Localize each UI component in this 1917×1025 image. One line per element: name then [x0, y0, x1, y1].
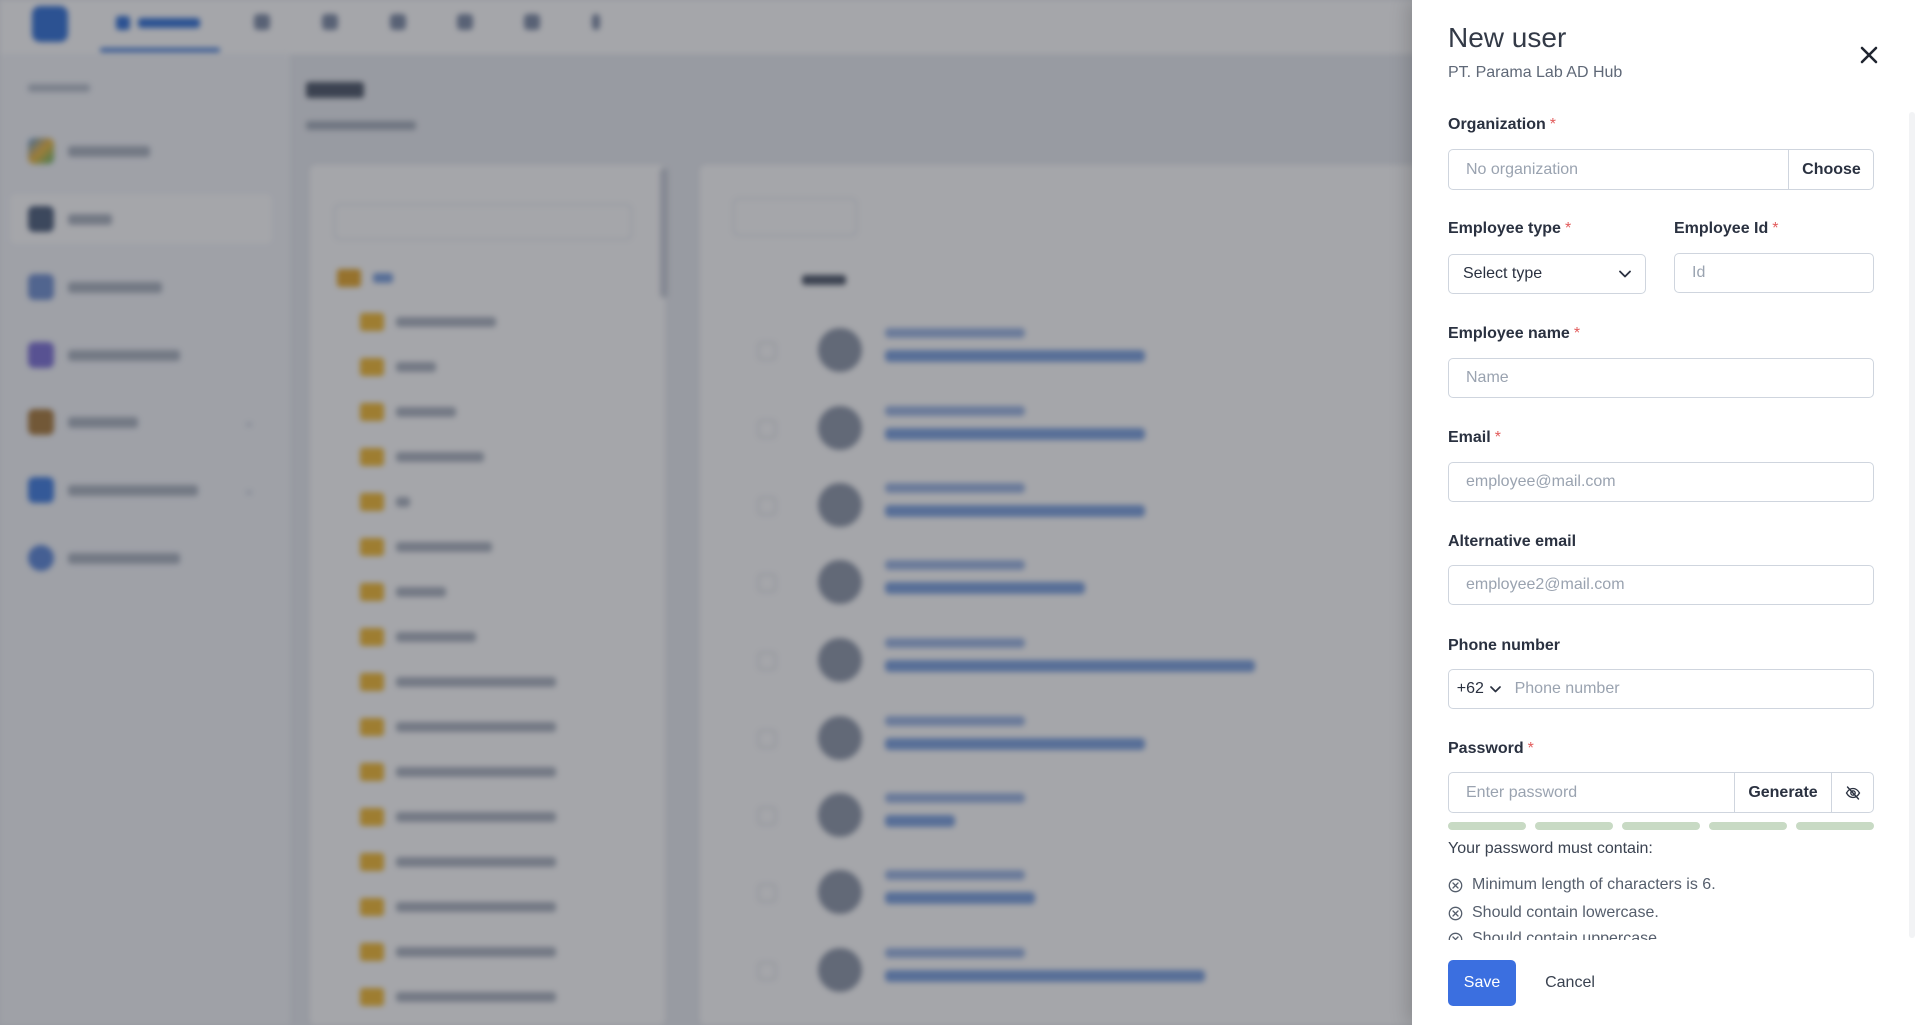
email-field	[1448, 462, 1874, 502]
circle-x-icon	[1448, 932, 1463, 940]
employee-type-label: Employee type *	[1448, 220, 1572, 237]
alt-email-field	[1448, 565, 1874, 605]
password-requirement: Should contain lowercase.	[1448, 904, 1659, 922]
phone-field: +62	[1448, 669, 1874, 709]
country-code-select[interactable]: +62	[1449, 670, 1509, 708]
password-requirement-clipped: Should contain uppercase.	[1448, 928, 1868, 940]
alt-email-input[interactable]	[1449, 566, 1873, 604]
password-strength-segment	[1796, 822, 1874, 830]
employee-id-label: Employee Id *	[1674, 220, 1779, 237]
password-strength-segment	[1448, 822, 1526, 830]
employee-name-input[interactable]	[1449, 359, 1873, 397]
chevron-down-icon	[1490, 685, 1501, 692]
required-marker: *	[1772, 220, 1779, 237]
choose-organization-button[interactable]: Choose	[1788, 150, 1874, 189]
password-strength-segment	[1622, 822, 1700, 830]
new-user-drawer: New user PT. Parama Lab AD Hub Organizat…	[1412, 0, 1917, 1025]
required-marker: *	[1573, 325, 1581, 342]
eye-off-icon	[1845, 785, 1861, 800]
required-marker: *	[1549, 116, 1557, 133]
drawer-footer: Save Cancel	[1412, 940, 1917, 1025]
country-code-value: +62	[1456, 680, 1484, 697]
employee-id-input[interactable]	[1675, 254, 1873, 292]
required-marker: *	[1527, 740, 1534, 757]
password-requirement: Minimum length of characters is 6.	[1448, 876, 1716, 894]
generate-password-button[interactable]: Generate	[1734, 773, 1831, 812]
password-strength-segment	[1535, 822, 1613, 830]
password-strength-segment	[1709, 822, 1787, 830]
phone-label: Phone number	[1448, 637, 1561, 654]
circle-x-icon	[1448, 878, 1463, 892]
email-input[interactable]	[1449, 463, 1873, 501]
close-icon	[1860, 46, 1878, 64]
cancel-button[interactable]: Cancel	[1538, 960, 1602, 1006]
organization-label: Organization *	[1448, 116, 1557, 133]
drawer-subtitle: PT. Parama Lab AD Hub	[1448, 64, 1623, 81]
password-label: Password *	[1448, 740, 1534, 757]
drawer-title: New user	[1448, 22, 1567, 53]
password-requirement: Should contain uppercase.	[1448, 930, 1661, 940]
password-requirements-intro: Your password must contain:	[1448, 840, 1653, 857]
employee-name-label: Employee name *	[1448, 325, 1581, 342]
alt-email-label: Alternative email	[1448, 533, 1577, 550]
save-button[interactable]: Save	[1448, 960, 1516, 1006]
email-label: Email *	[1448, 429, 1501, 446]
employee-name-field	[1448, 358, 1874, 398]
password-field: Generate	[1448, 772, 1874, 813]
circle-x-icon	[1448, 906, 1463, 920]
employee-id-field	[1674, 253, 1874, 293]
required-marker: *	[1494, 429, 1501, 446]
close-button[interactable]	[1854, 40, 1884, 70]
chevron-down-icon	[1619, 270, 1631, 278]
drawer-scrollbar[interactable]	[1909, 112, 1915, 938]
employee-type-select[interactable]: Select type	[1448, 254, 1646, 294]
employee-type-value: Select type	[1463, 265, 1543, 282]
password-input[interactable]	[1449, 773, 1735, 812]
toggle-password-visibility-button[interactable]	[1831, 773, 1874, 812]
organization-input[interactable]	[1449, 150, 1789, 189]
required-marker: *	[1564, 220, 1572, 237]
phone-input[interactable]	[1508, 670, 1873, 708]
organization-field: Choose	[1448, 149, 1874, 190]
